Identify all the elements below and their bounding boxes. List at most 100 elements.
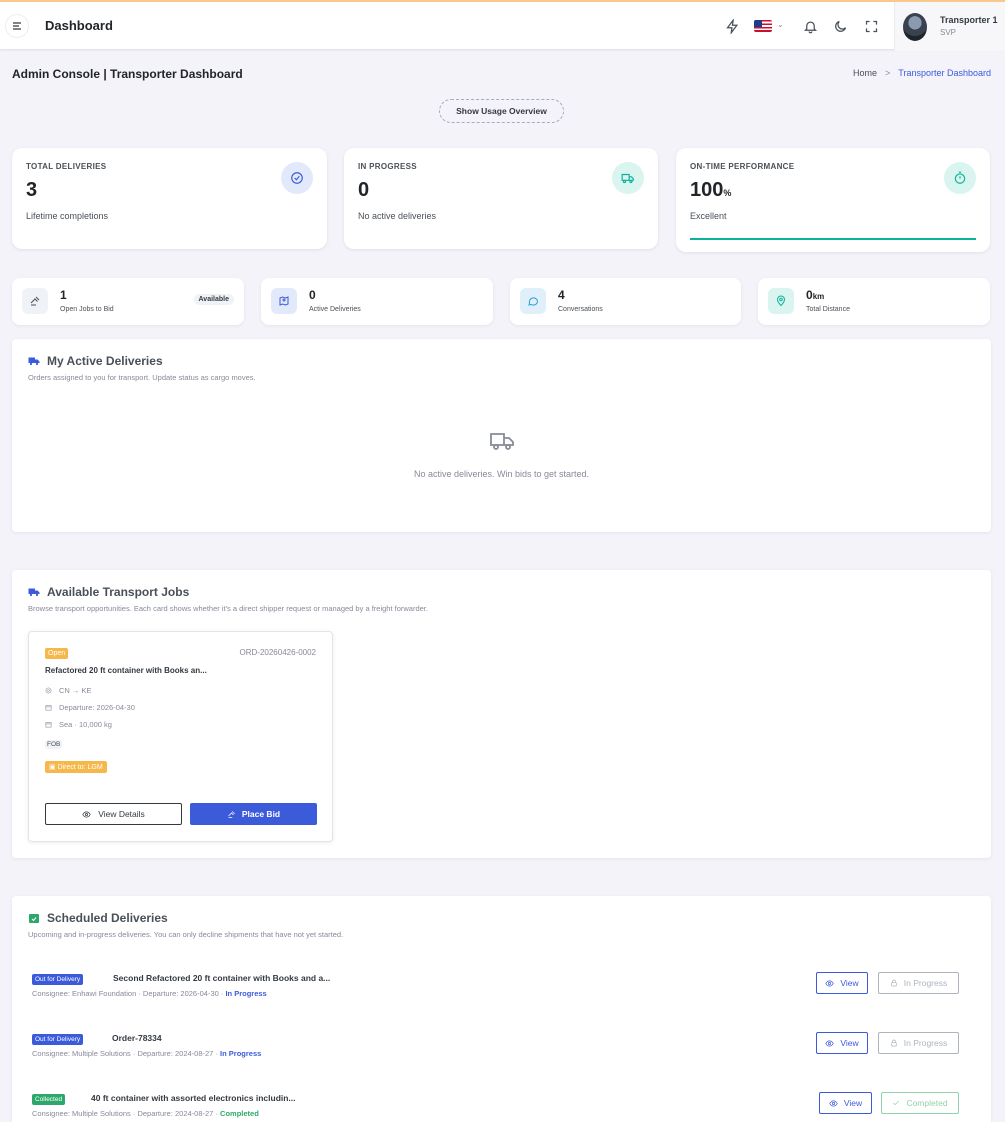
breadcrumb-separator-icon: > (885, 68, 891, 78)
mini-stat-value: 0km (806, 288, 825, 302)
job-mode: Sea · 10,000 kg (45, 720, 112, 729)
breadcrumb-home[interactable]: Home (853, 68, 877, 78)
delivery-meta: Consignee: Enhawi Foundation · Departure… (32, 989, 267, 998)
stat-value: 3 (26, 179, 38, 201)
mini-stat-label: Conversations (558, 306, 603, 313)
delivery-title: Order-78334 (112, 1033, 162, 1043)
stat-value: 100% (690, 179, 732, 201)
job-route: CN → KE (45, 686, 92, 695)
page-title: Admin Console | Transporter Dashboard (12, 67, 243, 81)
calendar-icon (45, 705, 52, 711)
truck-icon (612, 162, 644, 194)
lightning-icon (725, 18, 738, 34)
show-usage-overview-button[interactable]: Show Usage Overview (439, 99, 564, 123)
check-icon (893, 1100, 900, 1106)
user-name: Transporter 1 (940, 15, 998, 25)
job-departure: Departure: 2026-04-30 (45, 703, 135, 712)
delivery-meta: Consignee: Multiple Solutions · Departur… (32, 1109, 259, 1118)
stat-card-total-deliveries: TOTAL DELIVERIES 3 Lifetime completions (12, 148, 327, 249)
delivery-title: Second Refactored 20 ft container with B… (113, 973, 331, 983)
job-card: Open ORD-20260426-0002 Refactored 20 ft … (28, 631, 333, 842)
stat-label: IN PROGRESS (358, 162, 417, 171)
stat-card-in-progress: IN PROGRESS 0 No active deliveries (344, 148, 658, 249)
list-item: Out for Delivery Second Refactored 20 ft… (32, 972, 963, 1014)
list-item: Out for Delivery Order-78334 Consignee: … (32, 1032, 963, 1074)
stat-subtext: Excellent (690, 211, 727, 221)
completed-button[interactable]: Completed (881, 1092, 959, 1114)
stat-subtext: No active deliveries (358, 211, 437, 221)
mini-stat-conversations[interactable]: 4 Conversations (510, 278, 741, 325)
topbar: Dashboard ⌄ Transporter 1 SVP (0, 0, 1005, 51)
eye-icon (825, 1039, 835, 1047)
user-role: SVP (940, 28, 957, 37)
stat-subtext: Lifetime completions (26, 211, 109, 221)
stat-card-on-time-performance: ON-TIME PERFORMANCE 100% Excellent (676, 148, 990, 252)
mini-stat-label: Total Distance (806, 306, 850, 313)
direct-badge: ▣ Direct to: LGM (45, 761, 107, 773)
mini-stat-label: Open Jobs to Bid (60, 306, 114, 313)
truck-icon (490, 433, 514, 450)
truck-icon (28, 588, 40, 597)
hamburger-menu-button[interactable] (5, 14, 29, 38)
list-item: Collected 40 ft container with assorted … (32, 1092, 963, 1122)
gavel-icon (22, 288, 48, 314)
eye-icon (82, 810, 91, 818)
map-pin-icon (271, 288, 297, 314)
location-icon (45, 687, 52, 694)
job-title: Refactored 20 ft container with Books an… (45, 666, 207, 675)
status-badge: Out for Delivery (32, 1034, 84, 1045)
empty-state-text: No active deliveries. Win bids to get st… (413, 469, 590, 479)
stopwatch-icon (944, 162, 976, 194)
view-button[interactable]: View (816, 972, 868, 994)
breadcrumb: Home > Transporter Dashboard (853, 68, 991, 78)
truck-icon (28, 357, 40, 366)
gavel-icon (228, 810, 235, 818)
place-bid-button[interactable]: Place Bid (190, 803, 317, 825)
user-menu[interactable]: Transporter 1 SVP (894, 2, 1005, 51)
status-badge: Collected (32, 1094, 66, 1105)
incoterm-badge: FOB (45, 740, 63, 749)
quick-actions-button[interactable] (724, 18, 740, 34)
panel-description: Browse transport opportunities. Each car… (28, 604, 428, 613)
notifications-button[interactable] (802, 18, 818, 34)
moon-icon (834, 20, 846, 32)
lock-icon (891, 1039, 897, 1047)
in-progress-button[interactable]: In Progress (878, 1032, 959, 1054)
mini-stat-value: 0 (309, 288, 316, 302)
performance-progress-fill (690, 238, 976, 240)
calendar-check-icon (29, 914, 39, 923)
mini-stat-label: Active Deliveries (309, 306, 361, 313)
status-badge: Open (45, 648, 69, 659)
stat-label: ON-TIME PERFORMANCE (690, 162, 795, 171)
language-flag-icon[interactable] (754, 20, 772, 32)
location-icon (768, 288, 794, 314)
fullscreen-icon (865, 20, 877, 32)
status-badge: Out for Delivery (32, 974, 84, 985)
building-icon: ▣ (49, 764, 58, 771)
status-badge: Available (193, 294, 234, 305)
eye-icon (829, 1099, 838, 1107)
view-details-button[interactable]: View Details (45, 803, 182, 825)
app-title: Dashboard (45, 18, 113, 33)
stat-label: TOTAL DELIVERIES (26, 162, 107, 171)
transport-jobs-panel: Available Transport Jobs Browse transpor… (12, 570, 991, 858)
panel-title: Scheduled Deliveries (28, 911, 168, 925)
mini-stat-active-deliveries[interactable]: 0 Active Deliveries (261, 278, 493, 325)
order-id: ORD-20260426-0002 (239, 648, 317, 657)
chevron-down-icon[interactable]: ⌄ (777, 20, 784, 29)
dark-mode-toggle[interactable] (832, 18, 848, 34)
active-deliveries-panel: My Active Deliveries Orders assigned to … (12, 339, 991, 532)
performance-progress-bar (690, 238, 976, 240)
eye-icon (825, 979, 835, 987)
view-button[interactable]: View (816, 1032, 868, 1054)
panel-title: My Active Deliveries (28, 354, 163, 368)
mini-stat-total-distance[interactable]: 0km Total Distance (758, 278, 990, 325)
view-button[interactable]: View (819, 1092, 872, 1114)
box-icon (45, 722, 52, 728)
chat-icon (520, 288, 546, 314)
delivery-meta: Consignee: Multiple Solutions · Departur… (32, 1049, 262, 1058)
panel-title: Available Transport Jobs (28, 585, 189, 599)
fullscreen-button[interactable] (863, 18, 879, 34)
mini-stat-open-jobs[interactable]: 1 Open Jobs to Bid Available (12, 278, 244, 325)
in-progress-button[interactable]: In Progress (878, 972, 959, 994)
